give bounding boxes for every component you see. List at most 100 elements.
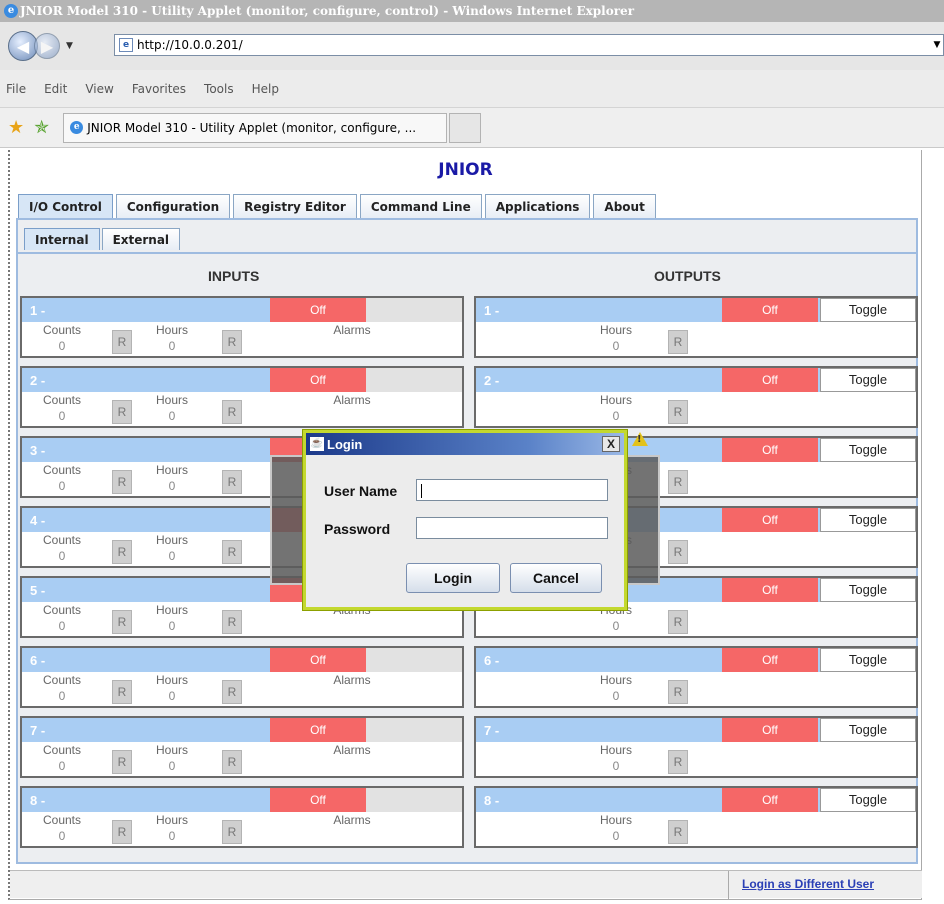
toggle-button[interactable]: Toggle (820, 648, 916, 672)
main-tabs: I/O Control Configuration Registry Edito… (18, 194, 656, 218)
password-input[interactable] (416, 517, 608, 539)
reset-hours-button[interactable]: R (668, 610, 688, 634)
input-state-remainder (366, 718, 462, 742)
hours-value: 0 (612, 339, 620, 353)
username-label: User Name (324, 483, 398, 499)
close-button[interactable]: X (602, 436, 620, 452)
reset-hours-button[interactable]: R (222, 750, 242, 774)
hours-label: Hours (155, 463, 188, 477)
input-index: 5 - (30, 583, 46, 598)
reset-hours-button[interactable]: R (668, 470, 688, 494)
input-index: 7 - (30, 723, 46, 738)
reset-counts-button[interactable]: R (112, 680, 132, 704)
input-state-remainder (366, 788, 462, 812)
reset-hours-button[interactable]: R (222, 400, 242, 424)
reset-hours-button[interactable]: R (222, 820, 242, 844)
input-index: 4 - (30, 513, 46, 528)
reset-hours-button[interactable]: R (668, 680, 688, 704)
applet-title: JNIOR (438, 160, 493, 180)
input-state-remainder (366, 368, 462, 392)
reset-hours-button[interactable]: R (222, 610, 242, 634)
toggle-button[interactable]: Toggle (820, 368, 916, 392)
inputs-header: INPUTS (208, 268, 260, 284)
login-button[interactable]: Login (406, 563, 500, 593)
output-index: 6 - (484, 653, 500, 668)
menu-favorites[interactable]: Favorites (132, 82, 186, 96)
tab-external[interactable]: External (101, 228, 181, 250)
url-field[interactable]: e http://10.0.0.201/ ▼ (114, 34, 944, 56)
outputs-header: OUTPUTS (654, 268, 721, 284)
toggle-button[interactable]: Toggle (820, 438, 916, 462)
toggle-button[interactable]: Toggle (820, 298, 916, 322)
tab-registry-editor[interactable]: Registry Editor (233, 194, 357, 218)
menu-edit[interactable]: Edit (44, 82, 67, 96)
reset-hours-button[interactable]: R (222, 680, 242, 704)
hours-value: 0 (612, 829, 620, 843)
toggle-button[interactable]: Toggle (820, 788, 916, 812)
toggle-button[interactable]: Toggle (820, 578, 916, 602)
input-index: 8 - (30, 793, 46, 808)
favorites-star-icon[interactable]: ★ (8, 117, 24, 138)
menu-tools[interactable]: Tools (204, 82, 234, 96)
tab-configuration[interactable]: Configuration (115, 194, 231, 218)
counts-label: Counts (42, 463, 82, 477)
reset-counts-button[interactable]: R (112, 610, 132, 634)
input-state-remainder (366, 648, 462, 672)
alarms-label: Alarms (333, 813, 371, 827)
counts-label: Counts (42, 603, 82, 617)
reset-counts-button[interactable]: R (112, 540, 132, 564)
tab-command-line[interactable]: Command Line (359, 194, 482, 218)
output-state: Off (722, 298, 818, 322)
input-channel: 7 - Off Counts 0 R Hours 0 R Alarms (20, 716, 464, 778)
output-channel: 6 - Off Toggle Hours 0 R (474, 646, 918, 708)
status-separator (728, 871, 729, 899)
hours-value: 0 (612, 759, 620, 773)
browser-tab[interactable]: e JNIOR Model 310 - Utility Applet (moni… (63, 112, 448, 143)
output-index: 8 - (484, 793, 500, 808)
reset-counts-button[interactable]: R (112, 400, 132, 424)
url-dropdown-icon[interactable]: ▼ (931, 35, 943, 55)
toggle-button[interactable]: Toggle (820, 508, 916, 532)
reset-hours-button[interactable]: R (668, 820, 688, 844)
username-input[interactable] (416, 479, 608, 501)
hours-label: Hours (155, 393, 188, 407)
hours-label: Hours (599, 743, 632, 757)
forward-button[interactable]: ▶ (34, 33, 60, 59)
output-index: 7 - (484, 723, 500, 738)
reset-hours-button[interactable]: R (222, 330, 242, 354)
menu-view[interactable]: View (85, 82, 113, 96)
reset-counts-button[interactable]: R (112, 820, 132, 844)
address-bar: ◀ ▶ ▼ e http://10.0.0.201/ ▼ (0, 22, 944, 70)
java-icon: ☕ (310, 437, 324, 451)
hours-value: 0 (168, 759, 176, 773)
tab-io-control[interactable]: I/O Control (18, 194, 113, 218)
cancel-button[interactable]: Cancel (510, 563, 602, 593)
login-as-different-user-link[interactable]: Login as Different User (742, 877, 874, 891)
reset-hours-button[interactable]: R (222, 540, 242, 564)
history-dropdown-icon[interactable]: ▼ (66, 41, 73, 51)
input-state-remainder (366, 298, 462, 322)
menu-file[interactable]: File (6, 82, 26, 96)
toggle-button[interactable]: Toggle (820, 718, 916, 742)
hours-label: Hours (599, 813, 632, 827)
tab-applications[interactable]: Applications (484, 194, 591, 218)
reset-hours-button[interactable]: R (668, 330, 688, 354)
output-channel: 7 - Off Toggle Hours 0 R (474, 716, 918, 778)
reset-counts-button[interactable]: R (112, 330, 132, 354)
hours-label: Hours (599, 673, 632, 687)
reset-counts-button[interactable]: R (112, 470, 132, 494)
reset-counts-button[interactable]: R (112, 750, 132, 774)
counts-value: 0 (58, 479, 66, 493)
reset-hours-button[interactable]: R (668, 400, 688, 424)
reset-hours-button[interactable]: R (668, 750, 688, 774)
hours-label: Hours (155, 533, 188, 547)
add-favorites-icon[interactable]: ✯ (34, 117, 49, 138)
hours-label: Hours (155, 603, 188, 617)
reset-hours-button[interactable]: R (668, 540, 688, 564)
tab-about[interactable]: About (593, 194, 656, 218)
new-tab-button[interactable] (449, 112, 482, 143)
tab-internal[interactable]: Internal (24, 228, 100, 250)
hours-label: Hours (599, 323, 632, 337)
menu-help[interactable]: Help (252, 82, 279, 96)
reset-hours-button[interactable]: R (222, 470, 242, 494)
